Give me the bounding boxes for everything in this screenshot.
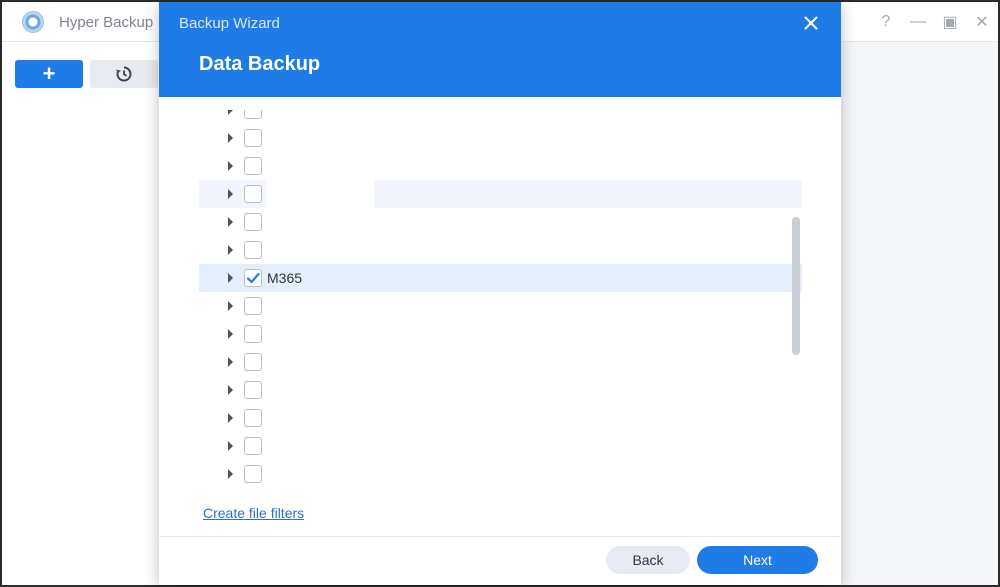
tree-row[interactable] (199, 292, 802, 320)
folder-checkbox[interactable] (244, 269, 262, 287)
tree-row[interactable] (199, 180, 802, 208)
add-backup-button[interactable]: + (15, 60, 83, 88)
expand-caret-icon[interactable] (228, 245, 233, 255)
backup-wizard-dialog: Backup Wizard Data Backup M365 Create fi… (159, 2, 841, 585)
folder-checkbox[interactable] (244, 465, 262, 483)
expand-caret-icon[interactable] (228, 413, 233, 423)
expand-caret-icon[interactable] (228, 329, 233, 339)
expand-caret-icon[interactable] (228, 133, 233, 143)
close-icon[interactable] (799, 11, 823, 35)
checkmark-icon (246, 272, 260, 284)
folder-checkbox[interactable] (244, 241, 262, 259)
history-button[interactable] (90, 60, 158, 88)
folder-checkbox[interactable] (244, 157, 262, 175)
tree-row[interactable] (199, 432, 802, 460)
folder-checkbox[interactable] (244, 325, 262, 343)
wizard-title: Backup Wizard (179, 15, 280, 32)
expand-caret-icon[interactable] (228, 301, 233, 311)
folder-checkbox[interactable] (244, 381, 262, 399)
expand-caret-icon[interactable] (228, 385, 233, 395)
create-file-filters-link[interactable]: Create file filters (203, 505, 304, 521)
tree-scrollbar[interactable] (792, 217, 800, 355)
tree-row[interactable] (199, 460, 802, 488)
next-button[interactable]: Next (697, 546, 818, 574)
wizard-header: Backup Wizard Data Backup (159, 2, 841, 97)
folder-checkbox[interactable] (244, 353, 262, 371)
app-title: Hyper Backup (59, 14, 154, 31)
app-sidebar: + (2, 42, 162, 585)
folder-checkbox[interactable] (244, 297, 262, 315)
minimize-icon[interactable]: — (902, 2, 934, 42)
folder-checkbox[interactable] (244, 129, 262, 147)
row-hover-highlight (374, 180, 802, 208)
history-icon (116, 66, 132, 82)
window-controls: ? — ▣ ✕ (870, 2, 998, 42)
tree-row[interactable] (199, 376, 802, 404)
folder-checkbox[interactable] (244, 213, 262, 231)
window-close-icon[interactable]: ✕ (966, 2, 998, 42)
tree-row[interactable] (199, 152, 802, 180)
tree-row[interactable] (199, 110, 802, 124)
tree-row[interactable] (199, 208, 802, 236)
expand-caret-icon[interactable] (228, 441, 233, 451)
tree-row[interactable] (199, 348, 802, 376)
maximize-icon[interactable]: ▣ (934, 2, 966, 42)
scrollbar-thumb[interactable] (792, 217, 800, 355)
folder-checkbox[interactable] (244, 110, 262, 119)
back-button[interactable]: Back (606, 546, 690, 574)
tree-row[interactable] (199, 320, 802, 348)
expand-caret-icon[interactable] (228, 357, 233, 367)
wizard-footer: Back Next (159, 536, 841, 585)
expand-caret-icon[interactable] (228, 469, 233, 479)
expand-caret-icon[interactable] (228, 110, 233, 115)
folder-tree: M365 (199, 110, 802, 494)
expand-caret-icon[interactable] (228, 273, 233, 283)
tree-row[interactable] (199, 124, 802, 152)
tree-row[interactable]: M365 (199, 264, 802, 292)
hyper-backup-logo-icon (22, 11, 44, 33)
tree-row[interactable] (199, 236, 802, 264)
folder-checkbox[interactable] (244, 409, 262, 427)
expand-caret-icon[interactable] (228, 161, 233, 171)
tree-row[interactable] (199, 404, 802, 432)
expand-caret-icon[interactable] (228, 189, 233, 199)
folder-checkbox[interactable] (244, 185, 262, 203)
tree-row-label: M365 (267, 270, 303, 286)
expand-caret-icon[interactable] (228, 217, 233, 227)
folder-checkbox[interactable] (244, 437, 262, 455)
wizard-heading: Data Backup (199, 53, 321, 75)
help-icon[interactable]: ? (870, 2, 902, 42)
